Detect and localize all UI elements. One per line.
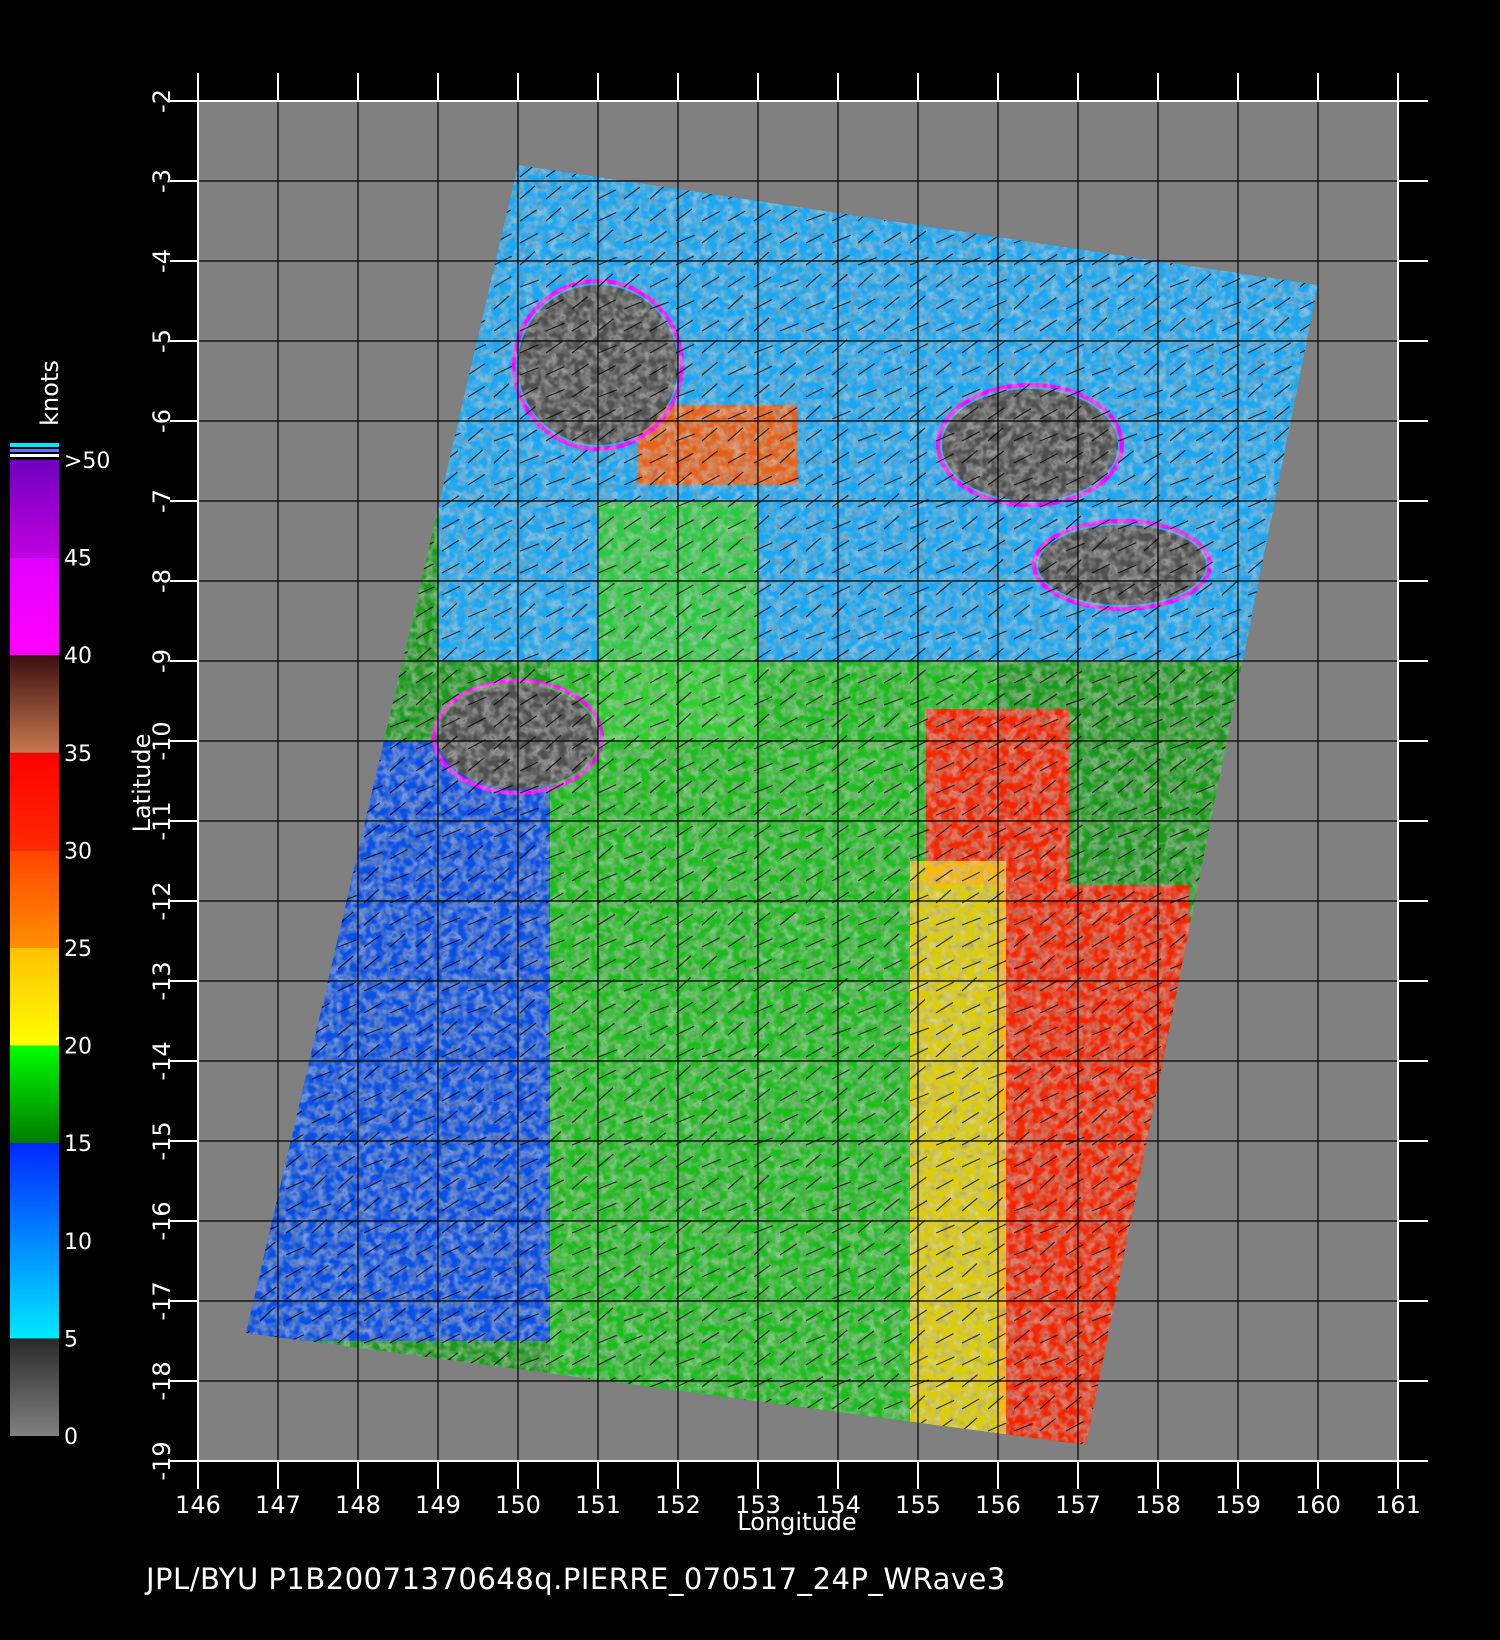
y-tick-label: -3: [148, 169, 176, 193]
colorbar-band: [10, 948, 59, 1046]
colorbar-label: 5: [64, 1327, 78, 1352]
wind-speed-map: 146 147 148 149 150 151 152 153 154 155 156 157 158 1…: [10, 73, 1428, 1536]
y-tick-label: -14: [148, 1041, 176, 1080]
colorbar-band: [10, 1143, 59, 1339]
colorbar-cap-blue: [10, 449, 59, 452]
colorbar-band: [10, 752, 59, 851]
y-tick-label: -16: [148, 1201, 176, 1240]
colorbar-label: 20: [64, 1035, 92, 1060]
x-tick-label: 160: [1295, 1491, 1341, 1519]
y-tick-label: -9: [148, 649, 176, 673]
colorbar-label: 25: [64, 937, 92, 962]
colorbar-label: 30: [64, 839, 92, 864]
y-tick-label: -17: [148, 1281, 176, 1320]
colorbar-cap-white: [10, 454, 59, 457]
x-tick-label: 152: [655, 1491, 701, 1519]
x-tick-label: 155: [895, 1491, 941, 1519]
y-tick-label: -13: [148, 961, 176, 1000]
x-tick-label: 149: [415, 1491, 461, 1519]
y-tick-label: -8: [148, 569, 176, 593]
colorbar-label: 15: [64, 1132, 92, 1157]
colorbar-label: 0: [64, 1425, 78, 1450]
x-tick-label: 146: [175, 1491, 221, 1519]
y-tick-label: -15: [148, 1121, 176, 1160]
x-tick-label: 148: [335, 1491, 381, 1519]
x-tick-label: 159: [1215, 1491, 1261, 1519]
colorbar-label: >50: [64, 449, 110, 474]
y-tick-label: -7: [148, 489, 176, 513]
x-tick-label: 156: [975, 1491, 1021, 1519]
y-axis-title: Latitude: [128, 734, 156, 833]
y-tick-label: -19: [148, 1441, 176, 1480]
x-tick-label: 161: [1375, 1491, 1421, 1519]
x-tick-label: 158: [1135, 1491, 1181, 1519]
colorbar-band: [10, 1045, 59, 1144]
colorbar: 0 5 10 15 20 25 30 35 40 45 >50: [10, 443, 110, 1450]
x-tick-label: 157: [1055, 1491, 1101, 1519]
x-tick-label: 150: [495, 1491, 541, 1519]
colorbar-label: 10: [64, 1230, 92, 1255]
colorbar-label: 45: [64, 547, 92, 572]
y-tick-label: -12: [148, 881, 176, 920]
colorbar-band: [10, 460, 59, 558]
y-tick-label: -4: [148, 249, 176, 273]
colorbar-units: knots: [36, 360, 64, 426]
footer-caption: JPL/BYU P1B20071370648q.PIERRE_070517_24…: [146, 1562, 1006, 1596]
colorbar-label: 35: [64, 742, 92, 767]
y-tick-label: -5: [148, 329, 176, 353]
y-tick-label: -2: [148, 89, 176, 113]
colorbar-band: [10, 850, 59, 948]
colorbar-band: [10, 655, 59, 753]
colorbar-label: 40: [64, 644, 92, 669]
x-axis-title: Longitude: [737, 1508, 856, 1536]
y-tick-label: -6: [148, 409, 176, 433]
x-tick-label: 151: [575, 1491, 621, 1519]
y-tick-label: -18: [148, 1361, 176, 1400]
x-tick-label: 147: [255, 1491, 301, 1519]
colorbar-band: [10, 557, 59, 656]
colorbar-cap-cyan: [10, 443, 59, 447]
colorbar-band: [10, 1338, 59, 1436]
